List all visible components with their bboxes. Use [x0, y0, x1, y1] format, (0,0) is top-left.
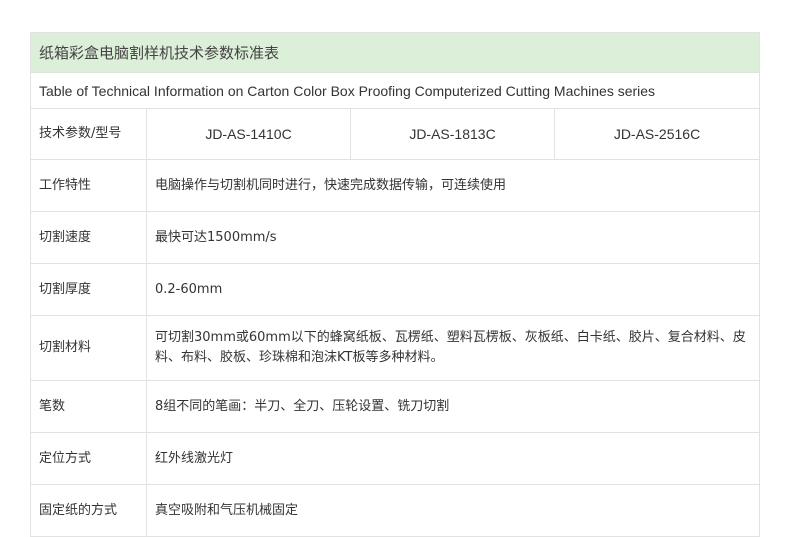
row-value: 最快可达1500mm/s: [145, 211, 761, 264]
row-value: 红外线激光灯: [145, 432, 761, 485]
row-value: 8组不同的笔画：半刀、全刀、压轮设置、铣刀切割: [145, 380, 761, 433]
model-name: JD-AS-1813C: [350, 108, 555, 160]
table-row: 工作特性 电脑操作与切割机同时进行，快速完成数据传输，可连续使用: [30, 159, 761, 212]
spec-table: 纸箱彩盒电脑割样机技术参数标准表 Table of Technical Info…: [29, 32, 761, 537]
row-value: 真空吸附和气压机械固定: [145, 484, 761, 537]
model-name: JD-AS-1410C: [146, 108, 351, 160]
table-row: 切割材料 可切割30mm或60mm以下的蜂窝纸板、瓦楞纸、塑料瓦楞板、灰板纸、白…: [30, 315, 761, 381]
table-row: 定位方式 红外线激光灯: [30, 432, 761, 485]
row-label: 切割速度: [30, 211, 147, 264]
spec-table-container: 纸箱彩盒电脑割样机技术参数标准表 Table of Technical Info…: [29, 32, 761, 537]
row-value: 0.2-60mm: [145, 263, 761, 316]
row-label: 切割材料: [30, 315, 147, 381]
model-name: JD-AS-2516C: [553, 108, 761, 160]
table-row: 笔数 8组不同的笔画：半刀、全刀、压轮设置、铣刀切割: [30, 380, 761, 433]
table-subtitle: Table of Technical Information on Carton…: [29, 72, 761, 109]
table-title-row: 纸箱彩盒电脑割样机技术参数标准表: [29, 32, 761, 73]
row-value: 电脑操作与切割机同时进行，快速完成数据传输，可连续使用: [145, 159, 761, 212]
row-label: 工作特性: [30, 159, 147, 212]
table-row: 切割速度 最快可达1500mm/s: [30, 211, 761, 264]
table-row: 切割厚度 0.2-60mm: [30, 263, 761, 316]
row-label: 切割厚度: [30, 263, 147, 316]
row-label: 笔数: [30, 380, 147, 433]
row-value: 可切割30mm或60mm以下的蜂窝纸板、瓦楞纸、塑料瓦楞板、灰板纸、白卡纸、胶片…: [145, 315, 761, 381]
table-row: 固定纸的方式 真空吸附和气压机械固定: [30, 484, 761, 537]
table-title: 纸箱彩盒电脑割样机技术参数标准表: [29, 32, 761, 73]
row-label: 定位方式: [30, 432, 147, 485]
row-label: 固定纸的方式: [30, 484, 147, 537]
table-subtitle-row: Table of Technical Information on Carton…: [29, 72, 761, 109]
header-label: 技术参数/型号: [30, 108, 147, 160]
model-header-row: 技术参数/型号 JD-AS-1410C JD-AS-1813C JD-AS-25…: [30, 108, 761, 160]
